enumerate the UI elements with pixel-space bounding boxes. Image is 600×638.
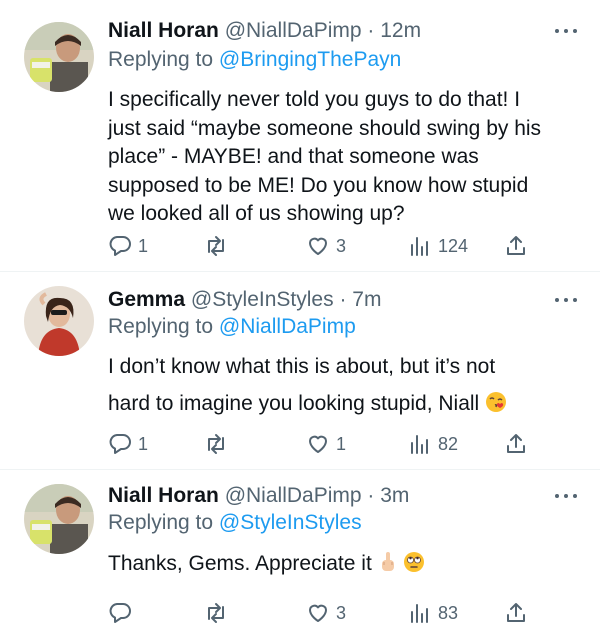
replying-to-link[interactable]: @NiallDaPimp [219, 315, 356, 338]
separator-dot: · [367, 484, 375, 507]
more-horizontal-icon[interactable] [554, 293, 578, 307]
share-icon [507, 434, 525, 453]
replying-to-link[interactable]: @StyleInStyles [219, 511, 362, 534]
share-icon [507, 603, 525, 622]
username[interactable]: @NiallDaPimp [225, 484, 362, 507]
reply-icon [109, 236, 131, 256]
heart-icon [309, 435, 327, 453]
timestamp[interactable]: 3m [380, 484, 409, 507]
tweet-text-line: we looked all of us showing up? [108, 202, 405, 226]
display-name[interactable]: Niall Horan [108, 484, 219, 507]
reply-button[interactable] [108, 599, 138, 627]
display-name[interactable]: Gemma [108, 288, 185, 311]
username[interactable]: @StyleInStyles [191, 288, 334, 311]
tweet-text-line: just said “maybe someone should swing by… [108, 116, 542, 140]
tweet-actions: 1 3 124 [108, 232, 548, 260]
like-count: 3 [336, 235, 347, 256]
avatar[interactable] [24, 286, 94, 356]
views-chart-icon [411, 604, 428, 623]
replying-to-link[interactable]: @BringingThePayn [219, 48, 401, 71]
tweet-actions: 3 83 [108, 599, 548, 627]
share-button[interactable] [504, 430, 528, 458]
tweet-text: I specifically never told you guys to do… [108, 86, 541, 229]
views-count: 83 [438, 602, 459, 623]
retweet-icon [208, 434, 224, 454]
tweet-text-line-with-emoji: Thanks, Gems. Appreciate it [108, 550, 425, 581]
heart-icon [309, 604, 327, 622]
tweet-text-line: place” - MAYBE! and that someone was [108, 145, 479, 169]
replying-to-label: Replying to [108, 315, 214, 338]
reply-count: 1 [138, 433, 149, 454]
tweet-header: Niall Horan @NiallDaPimp · 3m [108, 483, 409, 509]
tweet-text-line: I don’t know what this is about, but it’… [108, 355, 496, 378]
heart-icon [309, 237, 327, 255]
tweet[interactable]: Niall Horan @NiallDaPimp · 12m Replying … [0, 0, 600, 272]
retweet-icon [208, 236, 224, 256]
views-button[interactable]: 82 [408, 430, 458, 458]
like-button[interactable]: 1 [306, 430, 346, 458]
share-button[interactable] [504, 232, 528, 260]
reply-button[interactable]: 1 [108, 232, 148, 260]
reply-count: 1 [138, 235, 149, 256]
tweet-text-line: hard to imagine you looking stupid, Nial… [108, 392, 480, 415]
retweet-icon [208, 603, 224, 623]
username[interactable]: @NiallDaPimp [225, 19, 362, 42]
views-count: 82 [438, 433, 459, 454]
tweet-text-line: Thanks, Gems. Appreciate it [108, 552, 372, 575]
display-name[interactable]: Niall Horan [108, 19, 219, 42]
views-button[interactable]: 124 [408, 232, 468, 260]
reply-icon [109, 434, 131, 454]
avatar[interactable] [24, 484, 94, 554]
retweet-button[interactable] [204, 430, 234, 458]
tweet-header: Niall Horan @NiallDaPimp · 12m [108, 18, 421, 44]
share-icon [507, 236, 525, 255]
like-button[interactable]: 3 [306, 232, 346, 260]
replying-to: Replying to @BringingThePayn [108, 47, 401, 73]
like-count: 1 [336, 433, 347, 454]
replying-to-label: Replying to [108, 511, 214, 534]
replying-to-label: Replying to [108, 48, 214, 71]
views-chart-icon [411, 237, 428, 256]
more-horizontal-icon[interactable] [554, 489, 578, 503]
views-chart-icon [411, 435, 428, 454]
retweet-button[interactable] [204, 232, 234, 260]
tweet[interactable]: Niall Horan @NiallDaPimp · 3m Replying t… [0, 470, 600, 638]
reply-icon [109, 603, 131, 623]
separator-dot: · [367, 19, 375, 42]
more-horizontal-icon[interactable] [554, 24, 578, 38]
replying-to: Replying to @StyleInStyles [108, 510, 362, 536]
share-button[interactable] [504, 599, 528, 627]
tweet-header: Gemma @StyleInStyles · 7m [108, 287, 381, 313]
tweet-text-line: I specifically never told you guys to do… [108, 88, 521, 111]
replying-to: Replying to @NiallDaPimp [108, 314, 356, 340]
tweet[interactable]: Gemma @StyleInStyles · 7m Replying to @N… [0, 272, 600, 470]
views-button[interactable]: 83 [408, 599, 458, 627]
timestamp[interactable]: 12m [380, 19, 421, 42]
tweet-text-line-with-emoji: hard to imagine you looking stupid, Nial… [108, 385, 507, 425]
timestamp[interactable]: 7m [352, 288, 381, 311]
separator-dot: · [339, 288, 347, 311]
tweet-text-line: supposed to be ME! Do you know how stupi… [108, 173, 529, 197]
views-count: 124 [438, 235, 469, 256]
tweet-actions: 1 1 82 [108, 430, 548, 458]
reply-button[interactable]: 1 [108, 430, 148, 458]
face-rolling-eyes-emoji [403, 551, 425, 581]
like-button[interactable]: 3 [306, 599, 346, 627]
retweet-button[interactable] [204, 599, 234, 627]
tweet-text: Thanks, Gems. Appreciate it [108, 550, 425, 581]
avatar[interactable] [24, 22, 94, 92]
face-blowing-kiss-emoji [485, 388, 507, 425]
tweet-text: I don’t know what this is about, but it’… [108, 348, 507, 425]
like-count: 3 [336, 602, 347, 623]
middle-finger-emoji [378, 551, 398, 581]
